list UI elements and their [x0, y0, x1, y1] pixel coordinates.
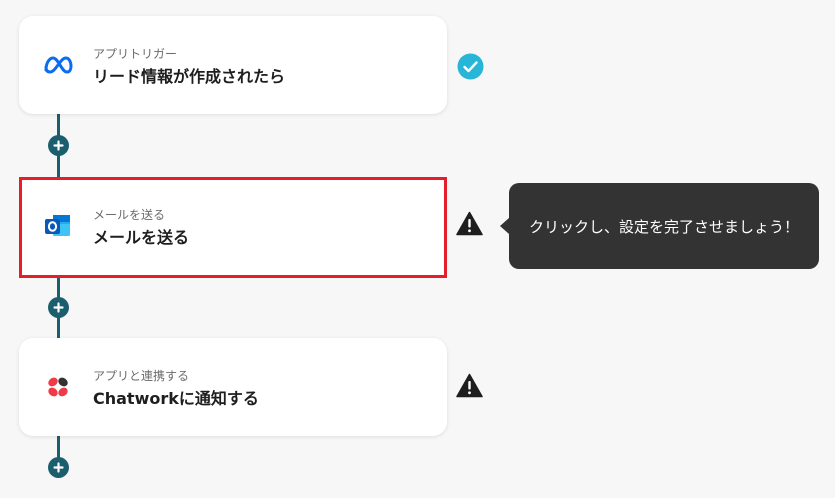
step-title: Chatworkに通知する [93, 389, 259, 408]
step-caption: アプリと連携する [93, 369, 190, 383]
step-caption: メールを送る [93, 208, 166, 222]
plus-icon [53, 458, 64, 477]
flow-step-trigger[interactable]: アプリトリガー リード情報が作成されたら [19, 16, 447, 114]
warning-icon [456, 373, 483, 402]
add-step-button[interactable] [48, 457, 69, 478]
tooltip-arrow [500, 218, 509, 234]
add-step-button[interactable] [48, 297, 69, 318]
outlook-icon [43, 211, 73, 241]
flow-step-chatwork[interactable]: アプリと連携する Chatworkに通知する [19, 338, 447, 436]
meta-icon [43, 50, 73, 80]
setup-tooltip: クリックし、設定を完了させましょう！ [500, 183, 819, 269]
tooltip-text: クリックし、設定を完了させましょう！ [528, 217, 799, 236]
flow-step-send-mail[interactable]: メールを送る メールを送る [19, 177, 447, 278]
add-step-button[interactable] [48, 135, 69, 156]
chatwork-icon [43, 372, 73, 402]
step-title: メールを送る [93, 228, 190, 247]
step-caption: アプリトリガー [93, 47, 178, 61]
plus-icon [53, 298, 64, 317]
warning-icon [456, 211, 483, 240]
step-title: リード情報が作成されたら [93, 67, 286, 86]
check-circle-icon [457, 53, 484, 84]
plus-icon [53, 136, 64, 155]
